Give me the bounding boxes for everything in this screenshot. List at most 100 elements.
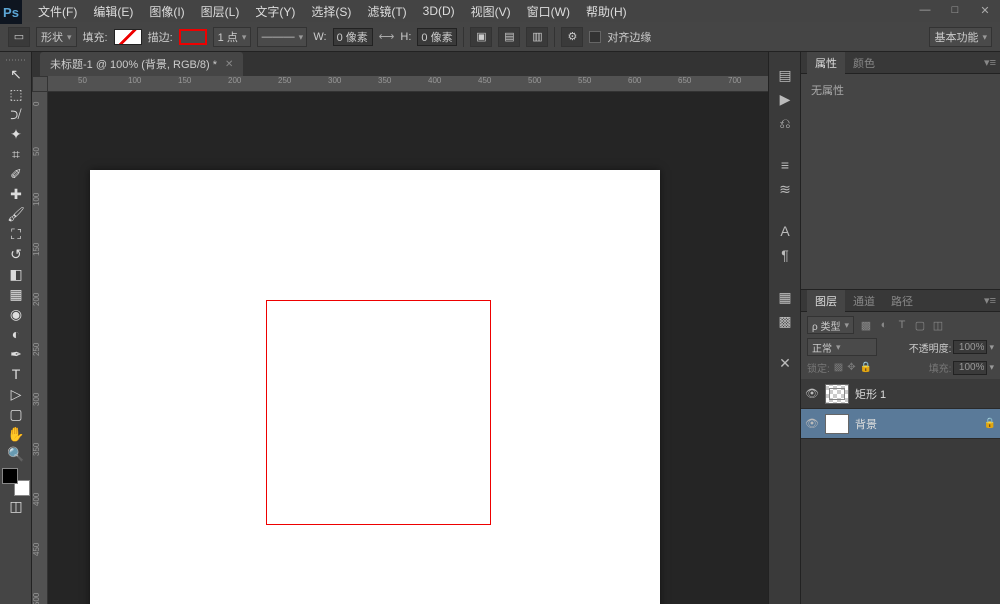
hand-tool-icon[interactable]: ✋ [2, 424, 30, 444]
wand-tool-icon[interactable]: ✦ [2, 124, 30, 144]
panel-menu-icon[interactable]: ▾≡ [984, 56, 996, 69]
dodge-tool-icon[interactable]: ◐ [2, 324, 30, 344]
menu-view[interactable]: 视图(V) [465, 1, 517, 22]
lock-all-icon[interactable]: 🔒 [860, 362, 872, 373]
filter-smart-icon[interactable]: ◫ [930, 317, 946, 333]
close-dock-icon[interactable]: ✕ [773, 352, 797, 374]
app-icon: Ps [0, 0, 22, 24]
type-tool-icon[interactable]: T [2, 364, 30, 384]
menu-window[interactable]: 窗口(W) [521, 1, 576, 22]
paragraph-panel-icon[interactable]: ¶ [773, 244, 797, 266]
path-sel-tool-icon[interactable]: ▷ [2, 384, 30, 404]
layer-thumbnail[interactable] [825, 384, 849, 404]
brush-tool-icon[interactable]: 🖌 [2, 204, 30, 224]
brush-preset-icon[interactable]: ≋ [773, 178, 797, 200]
visibility-icon[interactable]: 👁 [805, 387, 819, 401]
styles-panel-icon[interactable]: ▦ [773, 286, 797, 308]
height-input[interactable] [417, 28, 457, 46]
stroke-weight-select[interactable]: 1 点 [213, 27, 252, 47]
layer-filter-select[interactable]: ρ 类型 [807, 316, 854, 334]
shape-rectangle[interactable] [266, 300, 491, 525]
fill-chevron-icon[interactable] [989, 362, 994, 373]
path-arrange-icon[interactable]: ▥ [526, 27, 548, 47]
foreground-color[interactable] [2, 468, 18, 484]
ruler-vertical[interactable]: 050100150200250300350400450500 [32, 92, 48, 604]
path-align-icon[interactable]: ▤ [498, 27, 520, 47]
layer-row[interactable]: 👁 背景 🔒 [801, 409, 1000, 439]
menu-help[interactable]: 帮助(H) [580, 1, 633, 22]
brush-panel-icon[interactable]: ≡ [773, 154, 797, 176]
color-swatches[interactable] [2, 468, 30, 496]
menu-layer[interactable]: 图层(L) [195, 1, 246, 22]
workspace-select[interactable]: 基本功能 [929, 27, 992, 47]
document-tab[interactable]: 未标题-1 @ 100% (背景, RGB/8) * ✕ [40, 52, 243, 76]
marquee-tool-icon[interactable]: ⬚ [2, 84, 30, 104]
tab-properties[interactable]: 属性 [807, 52, 845, 74]
menu-3d[interactable]: 3D(D) [417, 2, 461, 20]
gear-icon[interactable]: ⚙ [561, 27, 583, 47]
filter-type-icon[interactable]: T [894, 317, 910, 333]
align-edges-checkbox[interactable] [589, 31, 601, 43]
stroke-swatch[interactable] [179, 29, 207, 45]
visibility-icon[interactable]: 👁 [805, 417, 819, 431]
layer-row[interactable]: 👁 矩形 1 [801, 379, 1000, 409]
tool-preset-icon[interactable]: ▭ [8, 27, 30, 47]
minimize-icon[interactable]: — [910, 0, 940, 20]
link-wh-icon[interactable]: ⟷ [379, 30, 395, 43]
quickmask-icon[interactable]: ◫ [2, 496, 30, 516]
tab-color[interactable]: 颜色 [845, 52, 883, 74]
tab-close-icon[interactable]: ✕ [225, 59, 233, 70]
stamp-tool-icon[interactable]: ⛶ [2, 224, 30, 244]
tool-mode-select[interactable]: 形状 [36, 27, 77, 47]
gradient-tool-icon[interactable]: ▦ [2, 284, 30, 304]
history-brush-tool-icon[interactable]: ↺ [2, 244, 30, 264]
w-label: W: [313, 31, 326, 43]
move-tool-icon[interactable]: ↖ [2, 64, 30, 84]
canvas[interactable] [90, 170, 660, 604]
filter-adjust-icon[interactable]: ◐ [876, 317, 892, 333]
tab-paths[interactable]: 路径 [883, 290, 921, 312]
lasso-tool-icon[interactable]: ⟉ [2, 104, 30, 124]
menu-select[interactable]: 选择(S) [305, 1, 357, 22]
menu-image[interactable]: 图像(I) [143, 1, 190, 22]
menu-edit[interactable]: 编辑(E) [87, 1, 139, 22]
pen-tool-icon[interactable]: ✒ [2, 344, 30, 364]
ruler-horizontal[interactable]: 5010015020025030035040045050055060065070… [48, 76, 768, 92]
path-ops-icon[interactable]: ▣ [470, 27, 492, 47]
opacity-input[interactable] [953, 340, 987, 354]
shape-tool-icon[interactable]: ▢ [2, 404, 30, 424]
blur-tool-icon[interactable]: ◉ [2, 304, 30, 324]
fill-swatch[interactable] [114, 29, 142, 45]
maximize-icon[interactable]: □ [940, 0, 970, 20]
width-input[interactable] [333, 28, 373, 46]
panels-column: 属性 颜色 ▾≡ 无属性 图层 通道 路径 ▾≡ ρ 类型 ▩ ◐ T [800, 52, 1000, 604]
tab-channels[interactable]: 通道 [845, 290, 883, 312]
stroke-type-select[interactable]: ——— [257, 27, 307, 47]
opacity-chevron-icon[interactable] [989, 342, 994, 353]
close-icon[interactable]: ✕ [970, 0, 1000, 20]
filter-shape-icon[interactable]: ▢ [912, 317, 928, 333]
eraser-tool-icon[interactable]: ◧ [2, 264, 30, 284]
menu-file[interactable]: 文件(F) [32, 1, 83, 22]
crop-tool-icon[interactable]: ⌗ [2, 144, 30, 164]
panel-menu-icon[interactable]: ▾≡ [984, 294, 996, 307]
menu-filter[interactable]: 滤镜(T) [361, 1, 412, 22]
filter-pixel-icon[interactable]: ▩ [858, 317, 874, 333]
history-panel-icon[interactable]: ▤ [773, 64, 797, 86]
menu-type[interactable]: 文字(Y) [249, 1, 301, 22]
ruler-origin[interactable] [32, 76, 48, 92]
layer-thumbnail[interactable] [825, 414, 849, 434]
tab-layers[interactable]: 图层 [807, 290, 845, 312]
lock-position-icon[interactable]: ✥ [847, 362, 855, 373]
actions-icon[interactable]: ⎌ [773, 112, 797, 134]
heal-tool-icon[interactable]: ✚ [2, 184, 30, 204]
blend-mode-select[interactable]: 正常 [807, 338, 877, 356]
lock-pixels-icon[interactable]: ▩ [834, 362, 843, 373]
zoom-tool-icon[interactable]: 🔍 [2, 444, 30, 464]
character-panel-icon[interactable]: A [773, 220, 797, 242]
fill-opacity-input[interactable] [953, 361, 987, 375]
swatches-panel-icon[interactable]: ▩ [773, 310, 797, 332]
play-icon[interactable]: ▶ [773, 88, 797, 110]
eyedropper-tool-icon[interactable]: ✐ [2, 164, 30, 184]
panel-grab[interactable] [0, 56, 31, 64]
